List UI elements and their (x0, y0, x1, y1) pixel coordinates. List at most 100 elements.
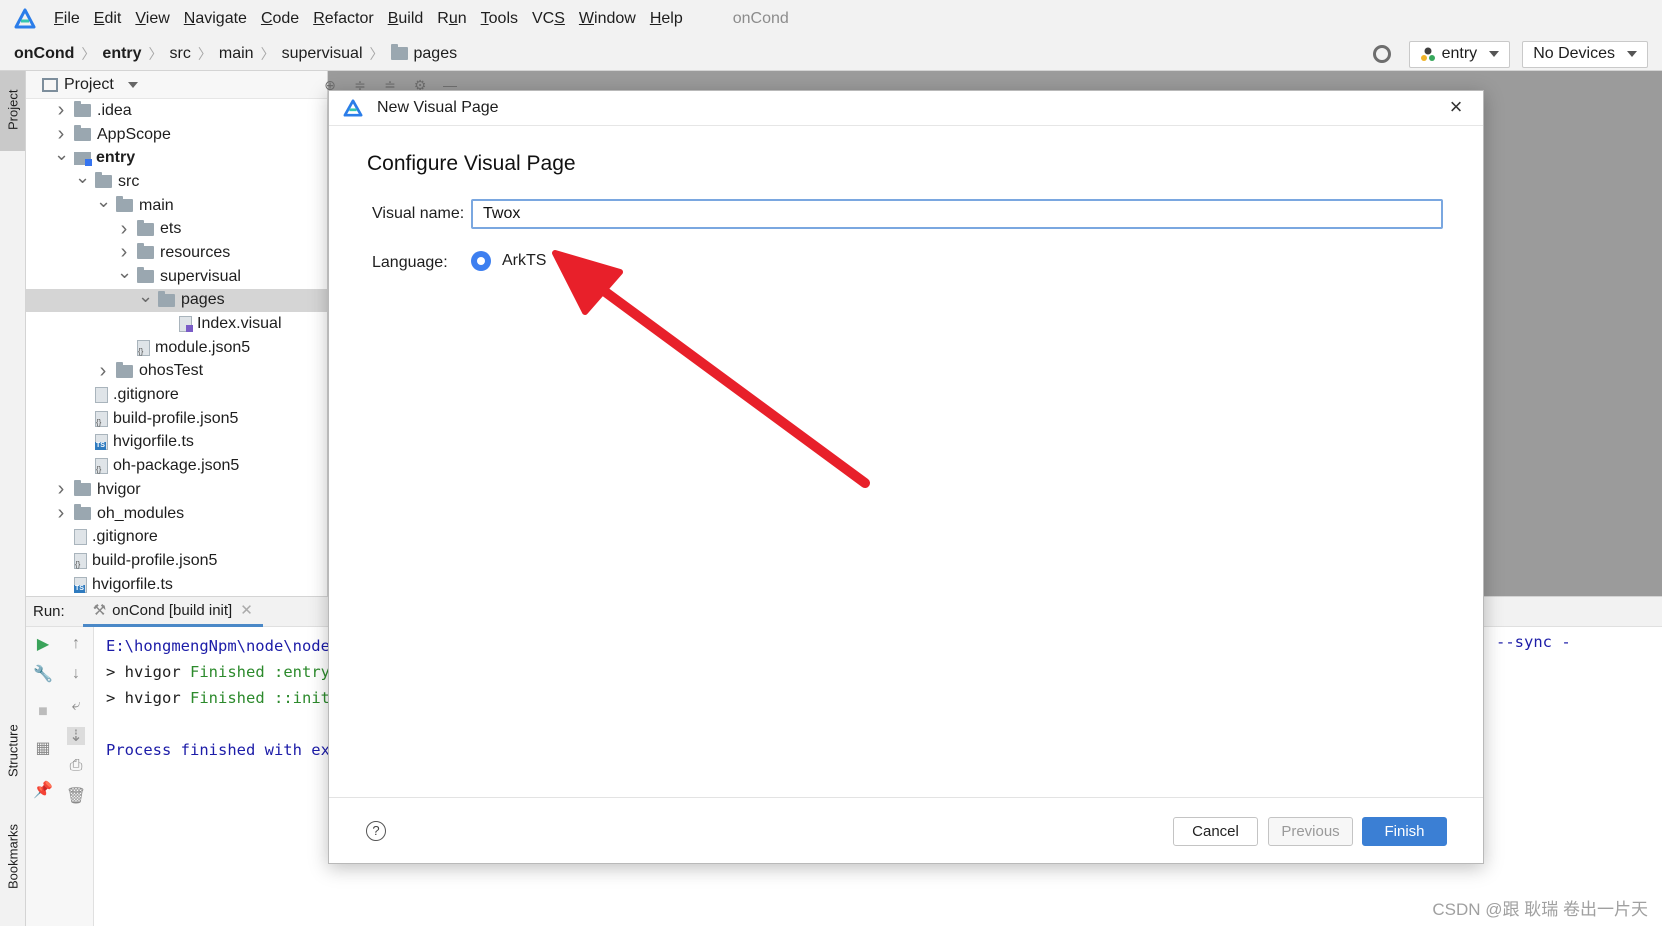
console-line: > hvigor Finished :entry (106, 663, 330, 681)
folder-icon (390, 44, 408, 60)
breadcrumb-pages[interactable]: pages (414, 45, 458, 63)
menu-navigate[interactable]: Navigate (184, 10, 247, 28)
menu-window[interactable]: Window (579, 10, 636, 28)
breadcrumb-separator-icon: 〉 (148, 45, 163, 62)
chevron-down-icon[interactable] (127, 81, 138, 88)
tree-item[interactable]: .gitignore (26, 525, 327, 549)
tree-item[interactable]: › .idea (26, 99, 327, 123)
breadcrumb-supervisual[interactable]: supervisual (282, 45, 363, 63)
tree-item[interactable]: oh-package.json5 (26, 454, 327, 478)
trash-icon[interactable]: 🗑 (66, 787, 86, 805)
tree-item[interactable]: ⌄ src (26, 167, 327, 194)
tree-item[interactable]: › hvigor (26, 478, 327, 502)
menu-build[interactable]: Build (388, 10, 424, 28)
tree-item[interactable]: › AppScope (26, 123, 327, 147)
layout-icon[interactable]: ▦ (34, 739, 52, 757)
tree-item-label: build-profile.json5 (92, 551, 218, 569)
pin-icon[interactable]: 📌 (33, 781, 53, 799)
breadcrumb-project[interactable]: onCond (14, 45, 74, 63)
tree-item[interactable]: › oh_modules (26, 502, 327, 526)
breadcrumb-main[interactable]: main (219, 45, 254, 63)
print-icon[interactable]: ⎙ (67, 757, 85, 775)
tree-item[interactable]: build-profile.json5 (26, 407, 327, 431)
chevron-down-icon[interactable]: ⌄ (75, 167, 90, 188)
run-config-toolbar: entry No Devices (1372, 40, 1662, 68)
arrow-down-icon[interactable]: ↓ (67, 665, 85, 683)
tree-item-label: oh-package.json5 (113, 457, 240, 475)
close-icon[interactable]: ✕ (240, 601, 253, 619)
menu-code[interactable]: Code (261, 10, 299, 28)
project-panel-header: Project (26, 71, 327, 99)
radio-selected-icon[interactable] (471, 251, 491, 271)
tree-item[interactable]: › ohosTest (26, 360, 327, 384)
menu-refactor[interactable]: Refactor (313, 10, 373, 28)
wrench-icon[interactable]: 🔧 (33, 665, 53, 683)
tree-item[interactable]: module.json5 (26, 336, 327, 360)
chevron-right-icon[interactable]: › (54, 502, 68, 525)
project-view-icon (42, 77, 58, 92)
menu-run[interactable]: Run (437, 10, 466, 28)
menu-bar: File Edit View Navigate Code Refactor Build Run… (0, 0, 1662, 37)
tree-item[interactable]: ⌄ main (26, 191, 327, 218)
menu-edit[interactable]: Edit (94, 10, 122, 28)
stop-icon[interactable]: ■ (34, 703, 52, 721)
project-panel-title[interactable]: Project (64, 76, 114, 94)
settings-icon[interactable] (1372, 45, 1391, 63)
left-tool-strip: Project Structure Bookmarks (0, 71, 26, 926)
cancel-button[interactable]: Cancel (1173, 817, 1258, 846)
soft-wrap-icon[interactable]: ⤶ (67, 697, 85, 715)
breadcrumb-src[interactable]: src (170, 45, 191, 63)
tree-item[interactable]: Index.visual (26, 312, 327, 336)
chevron-right-icon[interactable]: › (54, 123, 68, 146)
visual-name-input[interactable] (471, 199, 1443, 229)
tree-item[interactable]: hvigorfile.ts (26, 431, 327, 455)
tree-item-label: pages (181, 291, 225, 309)
breadcrumb-separator-icon: 〉 (260, 45, 275, 62)
app-logo-icon (14, 8, 36, 28)
chevron-right-icon[interactable]: › (96, 360, 110, 383)
tree-item-label: .gitignore (113, 386, 179, 404)
chevron-right-icon[interactable]: › (54, 478, 68, 501)
device-select[interactable]: No Devices (1522, 40, 1648, 68)
tree-item[interactable]: › ets (26, 217, 327, 241)
menu-tools[interactable]: Tools (481, 10, 518, 28)
run-gutter: ▶ ↑ 🔧 ↓ ■ ⤶ ⇣ ▦ ⎙ 📌 🗑 (26, 627, 94, 926)
menu-vcs[interactable]: VCS (532, 10, 565, 28)
tree-item-label: supervisual (160, 267, 241, 285)
tree-item-label: ohosTest (139, 362, 204, 380)
arrow-up-icon[interactable]: ↑ (67, 635, 85, 653)
chevron-right-icon[interactable]: › (117, 241, 131, 264)
chevron-down-icon[interactable]: ⌄ (138, 286, 153, 307)
menu-help[interactable]: Help (650, 10, 683, 28)
tree-item[interactable]: ⌄ entry (26, 144, 327, 170)
close-icon[interactable]: × (1447, 96, 1465, 118)
tree-item[interactable]: hvigorfile.ts (26, 573, 327, 596)
chevron-down-icon[interactable]: ⌄ (96, 191, 111, 212)
tree-item[interactable]: .gitignore (26, 383, 327, 407)
chevron-down-icon[interactable]: ⌄ (117, 262, 132, 283)
menu-view[interactable]: View (135, 10, 169, 28)
tool-tab-bookmarks[interactable]: Bookmarks (2, 811, 24, 901)
menu-file[interactable]: File (54, 10, 80, 28)
language-radio-arkts[interactable]: ArkTS (471, 251, 546, 271)
module-select[interactable]: entry (1408, 40, 1511, 68)
help-icon[interactable]: ? (366, 821, 386, 841)
tree-item[interactable]: ⌄ supervisual (26, 262, 327, 289)
tool-tab-project[interactable]: Project (2, 75, 24, 145)
chevron-right-icon[interactable]: › (54, 99, 68, 122)
breadcrumb-module[interactable]: entry (102, 45, 141, 63)
tree-item-label: entry (96, 149, 136, 167)
tree-item[interactable]: ⌄ pages (26, 286, 327, 313)
tree-item[interactable]: › resources (26, 241, 327, 265)
tool-tab-structure[interactable]: Structure (2, 711, 24, 791)
project-tab-active[interactable]: Project (0, 71, 25, 151)
rerun-icon[interactable]: ▶ (34, 635, 52, 653)
run-tab[interactable]: ⚒ onCond [build init] ✕ (82, 597, 263, 627)
chevron-right-icon[interactable]: › (117, 218, 131, 241)
tree-item[interactable]: build-profile.json5 (26, 549, 327, 573)
chevron-down-icon[interactable]: ⌄ (54, 144, 69, 165)
scroll-to-end-icon[interactable]: ⇣ (67, 727, 85, 745)
finish-button[interactable]: Finish (1362, 817, 1447, 846)
previous-button[interactable]: Previous (1268, 817, 1353, 846)
